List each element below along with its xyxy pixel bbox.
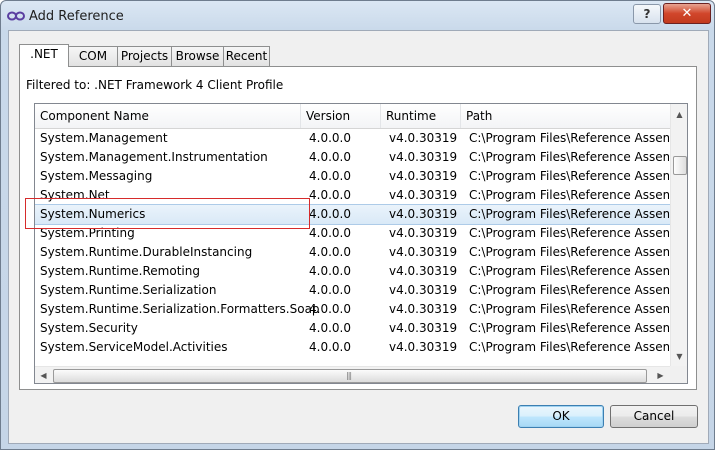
cell-component-name: System.Management <box>40 131 168 145</box>
cell-path: C:\Program Files\Reference Assemb <box>469 226 669 240</box>
ok-button[interactable]: OK <box>518 405 604 428</box>
cell-path: C:\Program Files\Reference Assemb <box>469 169 669 183</box>
close-button[interactable]: ✕ <box>663 3 711 24</box>
table-row[interactable]: System.ServiceModel.Activities 4.0.0.0 v4.… <box>35 338 670 357</box>
vertical-scroll-thumb[interactable] <box>673 156 687 175</box>
cell-runtime: v4.0.30319 <box>389 283 458 297</box>
cell-component-name: System.Runtime.DurableInstancing <box>40 245 253 259</box>
cell-runtime: v4.0.30319 <box>389 169 458 183</box>
cell-runtime: v4.0.30319 <box>389 321 458 335</box>
cell-runtime: v4.0.30319 <box>389 150 458 164</box>
cell-version: 4.0.0.0 <box>309 226 351 240</box>
cell-component-name: System.Runtime.Serialization <box>40 283 217 297</box>
tab-recent[interactable]: Recent <box>223 46 270 66</box>
cell-component-name: System.Messaging <box>40 169 153 183</box>
scrollbar-corner <box>670 366 687 383</box>
cell-component-name: System.Security <box>40 321 138 335</box>
add-reference-dialog: Add Reference ? ✕ .NET COM Projects Brow… <box>0 0 715 450</box>
table-row[interactable]: System.Runtime.Remoting 4.0.0.0 v4.0.30319… <box>35 262 670 281</box>
thumb-grip-icon: ||| <box>346 371 352 380</box>
list-header: Component Name Version Runtime Path <box>35 104 670 129</box>
cell-version: 4.0.0.0 <box>309 169 351 183</box>
cell-path: C:\Program Files\Reference Assemb <box>469 283 669 297</box>
cell-path: C:\Program Files\Reference Assemb <box>469 264 669 278</box>
cell-path: C:\Program Files\Reference Assemb <box>469 131 669 145</box>
component-list[interactable]: Component Name Version Runtime Path Syst… <box>34 103 688 384</box>
cell-runtime: v4.0.30319 <box>389 264 458 278</box>
help-button[interactable]: ? <box>633 4 661 24</box>
scroll-left-icon[interactable]: ◀ <box>35 367 52 383</box>
title-bar: Add Reference ? ✕ <box>1 1 714 31</box>
cell-path: C:\Program Files\Reference Assemb <box>469 245 669 259</box>
cell-path: C:\Program Files\Reference Assemb <box>469 340 669 354</box>
cell-version: 4.0.0.0 <box>309 321 351 335</box>
table-row[interactable]: System.Runtime.DurableInstancing 4.0.0.0 v… <box>35 243 670 262</box>
column-header-path[interactable]: Path <box>461 104 670 128</box>
cell-path: C:\Program Files\Reference Assemb <box>469 302 669 316</box>
list-rows: System.Management 4.0.0.0 v4.0.30319 C:\Pro… <box>35 129 671 357</box>
scroll-down-icon[interactable]: ▼ <box>671 348 687 365</box>
cell-version: 4.0.0.0 <box>309 131 351 145</box>
tab-dotnet[interactable]: .NET <box>19 44 69 67</box>
cell-version: 4.0.0.0 <box>309 302 351 316</box>
filter-label: Filtered to: .NET Framework 4 Client Pro… <box>26 78 284 92</box>
cancel-button[interactable]: Cancel <box>610 405 698 428</box>
cell-runtime: v4.0.30319 <box>389 226 458 240</box>
cell-component-name: System.Runtime.Remoting <box>40 264 200 278</box>
horizontal-scrollbar[interactable]: ◀ ||| ▶ <box>35 366 670 383</box>
annotation-highlight-box <box>25 198 310 229</box>
cell-runtime: v4.0.30319 <box>389 207 458 221</box>
column-header-name[interactable]: Component Name <box>35 104 301 128</box>
cell-path: C:\Program Files\Reference Assemb <box>469 150 669 164</box>
table-row[interactable]: System.Management.Instrumentation 4.0.0.0… <box>35 148 670 167</box>
cell-version: 4.0.0.0 <box>309 283 351 297</box>
app-logo-icon <box>7 11 25 21</box>
horizontal-scroll-thumb[interactable]: ||| <box>53 369 647 383</box>
window-title: Add Reference <box>29 9 124 24</box>
table-row[interactable]: System.Security 4.0.0.0 v4.0.30319 C:\Progr… <box>35 319 670 338</box>
table-row[interactable]: System.Management 4.0.0.0 v4.0.30319 C:\Pro… <box>35 129 670 148</box>
cell-runtime: v4.0.30319 <box>389 302 458 316</box>
cell-path: C:\Program Files\Reference Assemb <box>469 321 669 335</box>
scroll-up-icon[interactable]: ▲ <box>671 106 687 123</box>
table-row[interactable]: System.Runtime.Serialization.Formatters.… <box>35 300 670 319</box>
cell-version: 4.0.0.0 <box>309 340 351 354</box>
scroll-right-icon[interactable]: ▶ <box>652 367 669 383</box>
cell-version: 4.0.0.0 <box>309 207 351 221</box>
cell-path: C:\Program Files\Reference Assemb <box>469 207 669 221</box>
tab-browse[interactable]: Browse <box>171 46 224 66</box>
table-row[interactable]: System.Messaging 4.0.0.0 v4.0.30319 C:\Prog… <box>35 167 670 186</box>
cell-runtime: v4.0.30319 <box>389 245 458 259</box>
tab-projects[interactable]: Projects <box>117 46 172 66</box>
cell-component-name: System.Management.Instrumentation <box>40 150 268 164</box>
cell-runtime: v4.0.30319 <box>389 340 458 354</box>
table-row[interactable]: System.Runtime.Serialization 4.0.0.0 v4.0.… <box>35 281 670 300</box>
dialog-client-area: .NET COM Projects Browse Recent Filtered… <box>8 30 709 444</box>
cell-version: 4.0.0.0 <box>309 264 351 278</box>
column-header-version[interactable]: Version <box>301 104 381 128</box>
cell-component-name: System.ServiceModel.Activities <box>40 340 228 354</box>
cell-runtime: v4.0.30319 <box>389 188 458 202</box>
tab-com[interactable]: COM <box>68 46 118 66</box>
cell-version: 4.0.0.0 <box>309 150 351 164</box>
column-header-runtime[interactable]: Runtime <box>381 104 461 128</box>
cell-component-name: System.Runtime.Serialization.Formatters.… <box>40 302 320 316</box>
cell-runtime: v4.0.30319 <box>389 131 458 145</box>
cell-version: 4.0.0.0 <box>309 245 351 259</box>
cell-path: C:\Program Files\Reference Assemb <box>469 188 669 202</box>
vertical-scrollbar[interactable]: ▲ ▼ <box>670 104 687 367</box>
cell-version: 4.0.0.0 <box>309 188 351 202</box>
